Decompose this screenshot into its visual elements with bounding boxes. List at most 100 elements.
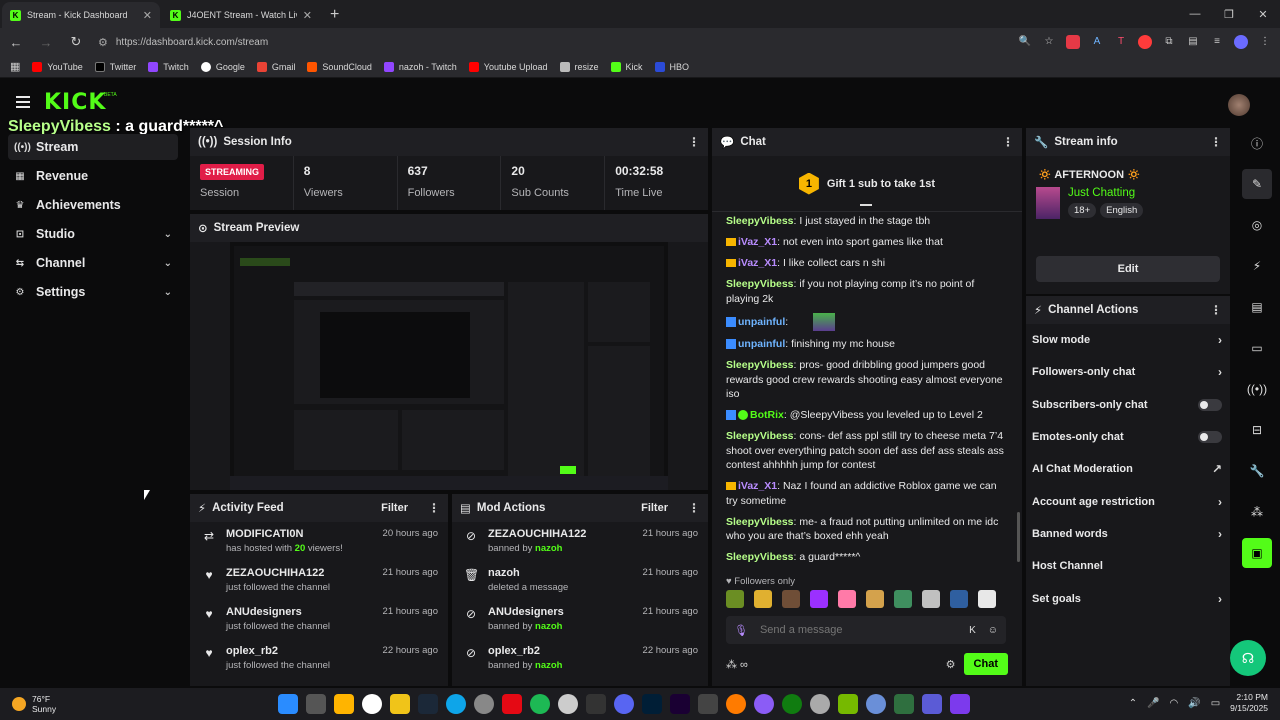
wifi-icon[interactable]: ◠	[1170, 698, 1179, 709]
app-icon[interactable]	[866, 694, 886, 714]
support-headset-icon[interactable]: ☊	[1230, 640, 1266, 676]
zoom-icon[interactable]: 🔍	[1018, 35, 1032, 49]
netflix-icon[interactable]	[502, 694, 522, 714]
obs-icon[interactable]	[558, 694, 578, 714]
emotes-only-toggle[interactable]	[1198, 431, 1222, 444]
share-icon[interactable]: ⁂	[1242, 497, 1272, 527]
media-icon[interactable]: ▤	[1186, 35, 1200, 49]
chat-bubble-icon[interactable]: ▭	[1242, 333, 1272, 363]
mod-target-user[interactable]: nazoh	[488, 567, 633, 579]
bookmark-youtube[interactable]: YouTube	[32, 61, 83, 72]
filter-button[interactable]: Filter	[381, 502, 408, 514]
minimize-icon[interactable]: —	[1178, 8, 1212, 20]
emote-icon[interactable]	[838, 590, 856, 608]
emote-icon[interactable]	[754, 590, 772, 608]
clapper-icon[interactable]: ▣	[1242, 538, 1272, 568]
speaker-icon[interactable]: 🔊	[1188, 698, 1200, 709]
chevron-up-icon[interactable]: ⌃	[1129, 698, 1137, 709]
layout-icon[interactable]: ⊟	[1242, 415, 1272, 445]
hamburger-menu-icon[interactable]	[16, 96, 30, 111]
chat-username[interactable]: SleepyVibess	[726, 516, 794, 528]
photoshop-icon[interactable]	[642, 694, 662, 714]
sidebar-item-settings[interactable]: ⚙ Settings ⌄	[8, 279, 178, 305]
stream-preview-video[interactable]	[230, 242, 668, 490]
channel-action-ai-moderation[interactable]: AI Chat Moderation ↗	[1026, 453, 1230, 485]
emote-icon[interactable]	[726, 590, 744, 608]
info-icon[interactable]: ⓘ	[1242, 128, 1272, 158]
close-tab-icon[interactable]: ✕	[143, 9, 152, 22]
microphone-icon[interactable]: 🎤	[1147, 698, 1159, 709]
app-icon[interactable]	[810, 694, 830, 714]
app-icon[interactable]	[754, 694, 774, 714]
chat-username[interactable]: SleepyVibess	[726, 278, 794, 290]
chat-username[interactable]: SleepyVibess	[726, 551, 794, 563]
more-options-icon[interactable]: ⋮	[428, 501, 440, 515]
gear-icon[interactable]: ⚙	[946, 658, 956, 671]
chat-username[interactable]: SleepyVibess	[726, 359, 794, 371]
channel-action-banned-words[interactable]: Banned words ›	[1026, 518, 1230, 550]
user-avatar[interactable]	[1228, 94, 1250, 116]
chat-username[interactable]: unpainful	[738, 315, 785, 327]
new-tab-icon[interactable]: +	[330, 6, 339, 24]
extension-icon[interactable]	[1138, 35, 1152, 49]
extension-icon[interactable]	[1066, 35, 1080, 49]
system-clock[interactable]: 2:10 PM 9/15/2025	[1230, 692, 1268, 714]
bookmark-hbo[interactable]: HBO	[654, 61, 689, 72]
premiere-icon[interactable]	[670, 694, 690, 714]
app-icon[interactable]	[950, 694, 970, 714]
chat-username[interactable]: BotRix	[750, 409, 784, 421]
bookmark-twitter[interactable]: Twitter	[94, 61, 136, 72]
discord-icon[interactable]	[614, 694, 634, 714]
sidebar-item-studio[interactable]: ⊡ Studio ⌄	[8, 221, 178, 247]
more-options-icon[interactable]: ⋮	[1002, 135, 1014, 149]
chrome-icon[interactable]	[362, 694, 382, 714]
more-options-icon[interactable]: ⋮	[688, 501, 700, 515]
browser-tab-j4oent-stream[interactable]: K J4OENT Stream - Watch Live on Kick ✕	[162, 2, 320, 28]
channel-action-account-age[interactable]: Account age restriction ›	[1026, 485, 1230, 517]
folder-icon[interactable]	[390, 694, 410, 714]
subscribers-only-toggle[interactable]	[1198, 398, 1222, 411]
bookmark-resize[interactable]: resize	[559, 61, 599, 72]
chat-username[interactable]: SleepyVibess	[726, 215, 794, 227]
bookmark-youtube-upload[interactable]: Youtube Upload	[468, 61, 548, 72]
chat-username[interactable]: iVaz_X1	[738, 236, 777, 248]
chat-message-input[interactable]	[759, 624, 958, 636]
chat-username[interactable]: iVaz_X1	[738, 257, 777, 269]
bookmark-google[interactable]: Google	[200, 61, 245, 72]
maximize-icon[interactable]: ❐	[1212, 8, 1246, 21]
profile-icon[interactable]	[1234, 35, 1248, 49]
send-chat-button[interactable]: Chat	[963, 653, 1008, 675]
spotify-icon[interactable]	[530, 694, 550, 714]
more-options-icon[interactable]: ⋮	[1210, 303, 1222, 317]
sidebar-item-stream[interactable]: ((•)) Stream	[8, 134, 178, 160]
battery-icon[interactable]: ▭	[1211, 698, 1220, 709]
forward-icon[interactable]: →	[38, 35, 54, 50]
reload-icon[interactable]: ↻	[68, 34, 84, 50]
bookmark-star-icon[interactable]: ☆	[1042, 35, 1056, 49]
edit-stream-info-button[interactable]: Edit	[1036, 256, 1220, 282]
epic-icon[interactable]	[586, 694, 606, 714]
xbox-icon[interactable]	[782, 694, 802, 714]
more-options-icon[interactable]: ⋮	[1210, 135, 1222, 149]
emote-icon[interactable]	[782, 590, 800, 608]
pencil-icon[interactable]: ✎	[1242, 169, 1272, 199]
feed-user[interactable]: ANUdesigners	[226, 606, 373, 618]
edge-icon[interactable]	[446, 694, 466, 714]
kick-emote-icon[interactable]: K	[969, 625, 976, 636]
bookmark-nazoh-twitch[interactable]: nazoh - Twitch	[383, 61, 457, 72]
bookmark-gmail[interactable]: Gmail	[256, 61, 295, 72]
emote-icon[interactable]	[810, 590, 828, 608]
chat-tools-icon[interactable]: ⁂ ∞	[726, 658, 938, 671]
site-info-icon[interactable]: ⚙	[98, 36, 108, 49]
extension-icon[interactable]: T	[1114, 35, 1128, 49]
kick-logo[interactable]: KICK	[44, 90, 106, 115]
chat-pin-handle-icon[interactable]	[860, 204, 872, 206]
emote-icon[interactable]	[978, 590, 996, 608]
weather-widget[interactable]: 76°F Sunny	[12, 694, 56, 714]
translate-icon[interactable]: A	[1090, 35, 1104, 49]
emoji-icon[interactable]: ☺	[988, 625, 998, 636]
mod-target-user[interactable]: oplex_rb2	[488, 645, 633, 657]
channel-action-slow-mode[interactable]: Slow mode ›	[1026, 324, 1230, 356]
steam-icon[interactable]	[418, 694, 438, 714]
camera-icon[interactable]: ◎	[1242, 210, 1272, 240]
